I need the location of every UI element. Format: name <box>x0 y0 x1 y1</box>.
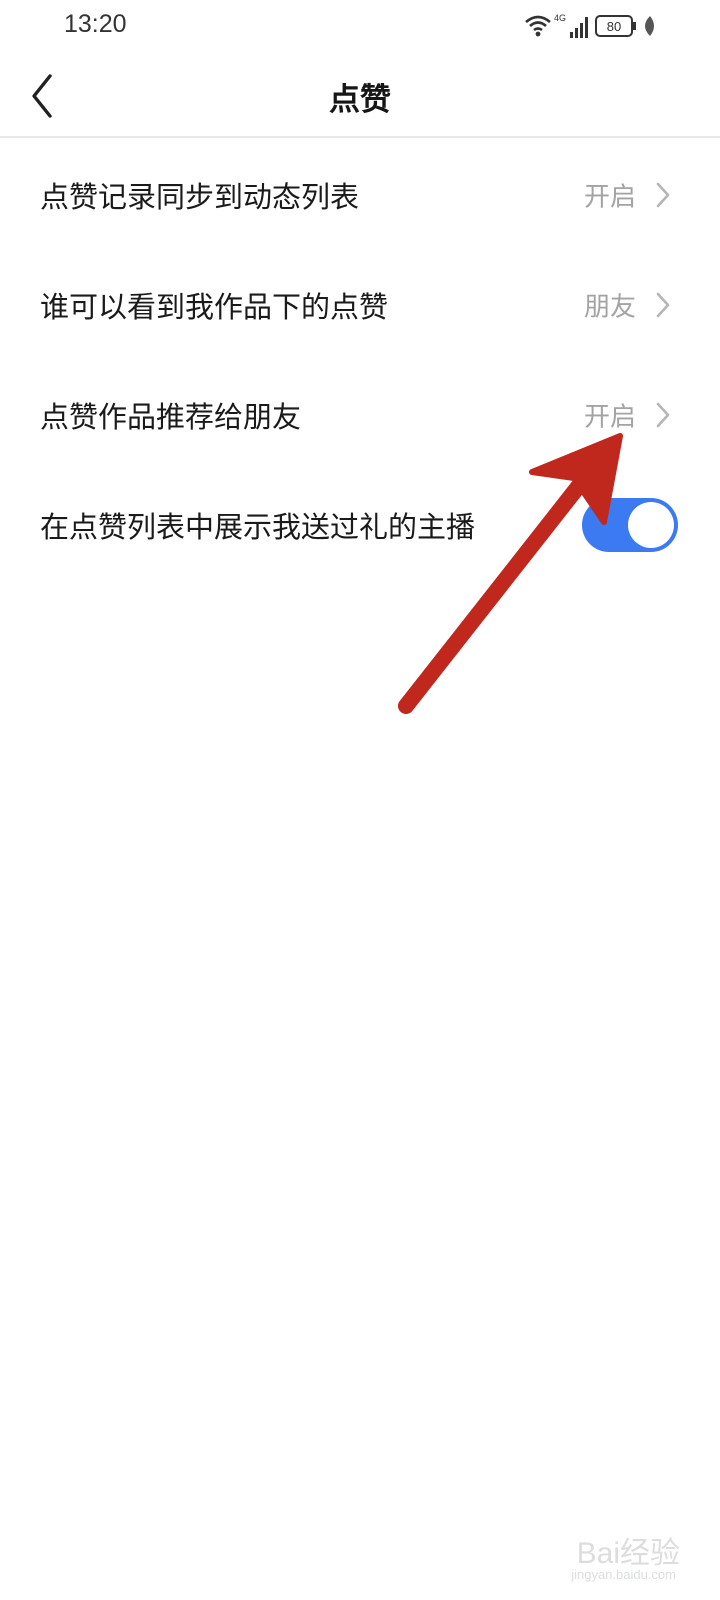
chevron-right-icon <box>656 292 670 318</box>
toggle-knob <box>628 502 674 548</box>
setting-label: 点赞记录同步到动态列表 <box>40 180 360 214</box>
nav-bar: 点赞 <box>0 56 720 138</box>
battery-level: 80 <box>607 19 621 34</box>
signal-icon <box>570 17 588 38</box>
watermark-sub: jingyan.baidu.com <box>571 1567 676 1582</box>
page-title: 点赞 <box>329 82 391 118</box>
setting-value: 朋友 <box>583 292 636 323</box>
setting-value: 开启 <box>583 182 636 213</box>
chevron-right-icon <box>656 402 670 428</box>
battery-icon: 80 <box>595 15 636 37</box>
watermark: Bai经验 jingyan.baidu.com <box>540 1522 680 1582</box>
show-gifted-streamers-toggle[interactable] <box>582 498 678 552</box>
setting-value: 开启 <box>583 402 636 433</box>
status-time: 13:20 <box>64 10 127 38</box>
status-icons: 4G 80 <box>525 13 654 38</box>
wifi-icon <box>525 15 551 37</box>
status-bar: 13:20 4G 80 <box>0 0 720 56</box>
setting-row-recommend-to-friends[interactable]: 点赞作品推荐给朋友 开启 <box>0 360 720 470</box>
chevron-right-icon <box>656 182 670 208</box>
setting-row-show-gifted-streamers: 在点赞列表中展示我送过礼的主播 <box>0 470 720 580</box>
setting-row-who-can-see[interactable]: 谁可以看到我作品下的点赞 朋友 <box>0 250 720 360</box>
setting-label: 谁可以看到我作品下的点赞 <box>40 290 389 324</box>
setting-label: 点赞作品推荐给朋友 <box>40 400 302 434</box>
watermark-text: Bai经验 <box>576 1537 680 1570</box>
network-label: 4G <box>554 13 566 23</box>
leaf-icon <box>645 16 654 36</box>
setting-label: 在点赞列表中展示我送过礼的主播 <box>40 510 476 544</box>
setting-row-sync-likes[interactable]: 点赞记录同步到动态列表 开启 <box>0 140 720 250</box>
